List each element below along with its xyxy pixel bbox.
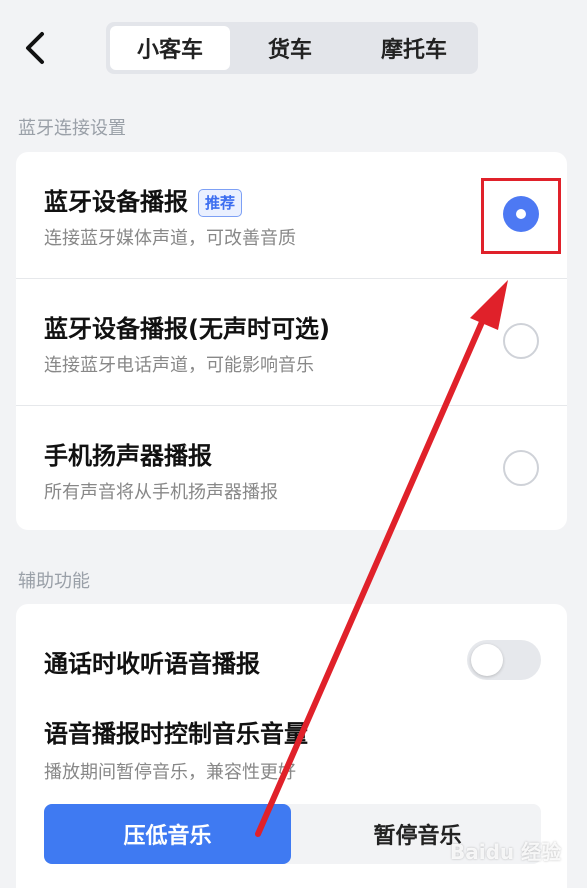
music-control-subtitle: 播放期间暂停音乐，兼容性更好: [44, 762, 296, 783]
vehicle-tab-bar: 小客车 货车 摩托车: [106, 22, 478, 74]
section-title-bluetooth: 蓝牙连接设置: [18, 118, 126, 139]
option-subtitle: 连接蓝牙电话声道，可能影响音乐: [44, 355, 314, 376]
option-phone-speaker[interactable]: 手机扬声器播报 所有声音将从手机扬声器播报: [16, 406, 567, 530]
lower-music-button[interactable]: 压低音乐: [44, 804, 291, 864]
tab-truck[interactable]: 货车: [230, 26, 350, 70]
option-title: 蓝牙设备播报(无声时可选): [44, 315, 330, 343]
option-subtitle: 所有声音将从手机扬声器播报: [44, 482, 278, 503]
option-title-text: 蓝牙设备播报: [44, 188, 188, 216]
tab-motorcycle[interactable]: 摩托车: [354, 26, 474, 70]
recommended-badge: 推荐: [198, 189, 243, 217]
section-title-assist: 辅助功能: [18, 571, 90, 592]
option-title: 手机扬声器播报: [44, 442, 212, 470]
highlight-box: [481, 178, 561, 254]
call-listen-toggle[interactable]: [467, 640, 541, 680]
music-control-title: 语音播报时控制音乐音量: [44, 720, 308, 748]
watermark-logo: Baidu 经验: [450, 840, 562, 864]
option-bluetooth-call[interactable]: 蓝牙设备播报(无声时可选) 连接蓝牙电话声道，可能影响音乐: [16, 279, 567, 405]
toggle-knob: [471, 644, 503, 676]
radio-unselected-icon[interactable]: [503, 323, 539, 359]
call-listen-title: 通话时收听语音播报: [44, 650, 260, 678]
radio-unselected-icon[interactable]: [503, 450, 539, 486]
back-arrow-icon[interactable]: [16, 28, 56, 68]
option-subtitle: 连接蓝牙媒体声道，可改善音质: [44, 228, 296, 249]
option-title: 蓝牙设备播报 推荐: [44, 182, 243, 217]
top-bar: 小客车 货车 摩托车: [0, 0, 587, 86]
tab-small-car[interactable]: 小客车: [110, 26, 230, 70]
